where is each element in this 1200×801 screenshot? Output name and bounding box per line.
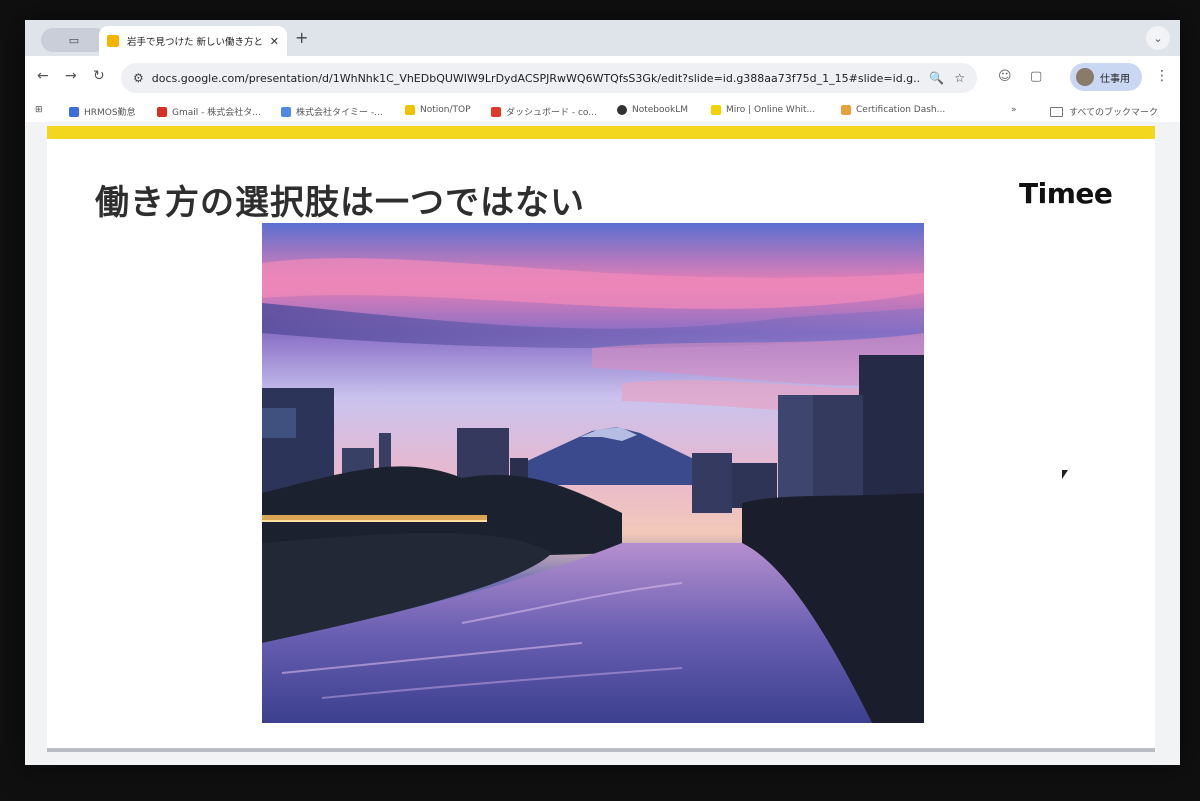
dashboard-icon — [491, 106, 501, 117]
address-bar[interactable]: ⚙ docs.google.com/presentation/d/1WhNhk1… — [121, 63, 977, 93]
timee-logo: Timee — [1019, 177, 1113, 210]
slide-title: 働き方の選択肢は一つではない — [95, 183, 585, 223]
bookmark-label: Notion/TOP — [420, 105, 471, 115]
bookmark-label: Certification Dash... — [856, 105, 946, 115]
extension-emoji-icon[interactable]: ☺ — [998, 69, 1012, 84]
photo-illustration — [262, 223, 924, 723]
apps-grid-icon[interactable]: ⊞ — [35, 105, 43, 115]
bookmarks-overflow-button[interactable]: » — [1011, 105, 1017, 115]
folder-icon — [1050, 106, 1063, 117]
bookmark-favicon-icon — [281, 106, 291, 117]
active-tab[interactable]: 岩手で見つけた 新しい働き方と… ✕ — [99, 26, 287, 56]
avatar — [1076, 68, 1094, 86]
slide: 働き方の選択肢は一つではない Timee — [47, 126, 1155, 748]
river-sunset-photo — [262, 223, 924, 723]
bookmark-label: NotebookLM — [632, 105, 689, 115]
new-tab-button[interactable]: + — [295, 28, 308, 47]
notebooklm-icon — [617, 105, 627, 115]
slides-favicon-icon — [107, 35, 119, 47]
bookmark-notion[interactable]: Notion/TOP — [405, 105, 471, 115]
bookmark-label: Miro | Online Whit... — [726, 105, 816, 115]
bookmark-label: ダッシュボード - co... — [506, 108, 597, 118]
all-bookmarks-button[interactable]: すべてのブックマーク — [1050, 105, 1158, 118]
bookmark-timee-corp[interactable]: 株式会社タイミー -... — [281, 105, 383, 118]
all-bookmarks-label: すべてのブックマーク — [1069, 108, 1159, 118]
bookmarks-bar: ⊞ HRMOS勤怠 Gmail - 株式会社タ... 株式会社タイミー -...… — [25, 100, 1180, 122]
notion-icon — [405, 105, 415, 115]
profile-button[interactable]: 仕事用 — [1070, 63, 1142, 91]
tab-strip: ▭ 岩手で見つけた 新しい働き方と… ✕ + ⌄ — [25, 20, 1180, 56]
back-icon[interactable]: ← — [37, 68, 49, 84]
profile-label: 仕事用 — [1100, 73, 1130, 85]
bookmark-dashboard[interactable]: ダッシュボード - co... — [491, 105, 597, 118]
tab-groups-icon[interactable]: ▭ — [41, 28, 107, 52]
bookmark-label: HRMOS勤怠 — [84, 108, 136, 118]
menu-icon[interactable]: ⋮ — [1155, 68, 1169, 84]
browser-toolbar: ← → ↻ ⚙ docs.google.com/presentation/d/1… — [25, 56, 1180, 100]
certification-icon — [841, 105, 851, 115]
projected-screen: ▭ 岩手で見つけた 新しい働き方と… ✕ + ⌄ ← → ↻ ⚙ docs.go… — [25, 20, 1180, 765]
gmail-icon — [157, 106, 167, 117]
mouse-cursor-icon — [1062, 470, 1068, 479]
tab-search-icon[interactable]: ⌄ — [1146, 26, 1170, 50]
reload-icon[interactable]: ↻ — [93, 68, 105, 84]
miro-icon — [711, 105, 721, 115]
presentation-stage: 働き方の選択肢は一つではない Timee — [25, 122, 1180, 765]
bookmark-miro[interactable]: Miro | Online Whit... — [711, 105, 815, 115]
zoom-icon[interactable]: 🔍 — [929, 71, 944, 85]
bookmark-label: 株式会社タイミー -... — [296, 108, 383, 118]
bookmark-star-icon[interactable]: ☆ — [954, 71, 965, 85]
tab-title: 岩手で見つけた 新しい働き方と… — [127, 37, 264, 48]
url-text[interactable]: docs.google.com/presentation/d/1WhNhk1C_… — [152, 72, 920, 85]
site-settings-icon[interactable]: ⚙ — [133, 71, 144, 85]
forward-icon[interactable]: → — [65, 68, 77, 84]
bookmark-notebooklm[interactable]: NotebookLM — [617, 105, 688, 115]
bookmark-label: Gmail - 株式会社タ... — [172, 108, 261, 118]
bookmark-hrmos[interactable]: HRMOS勤怠 — [69, 105, 136, 118]
bookmark-favicon-icon — [69, 106, 79, 117]
tab-close-icon[interactable]: ✕ — [270, 35, 279, 48]
bookmark-gmail[interactable]: Gmail - 株式会社タ... — [157, 105, 261, 118]
extensions-puzzle-icon[interactable]: ▢ — [1030, 69, 1042, 84]
bookmark-certification[interactable]: Certification Dash... — [841, 105, 945, 115]
